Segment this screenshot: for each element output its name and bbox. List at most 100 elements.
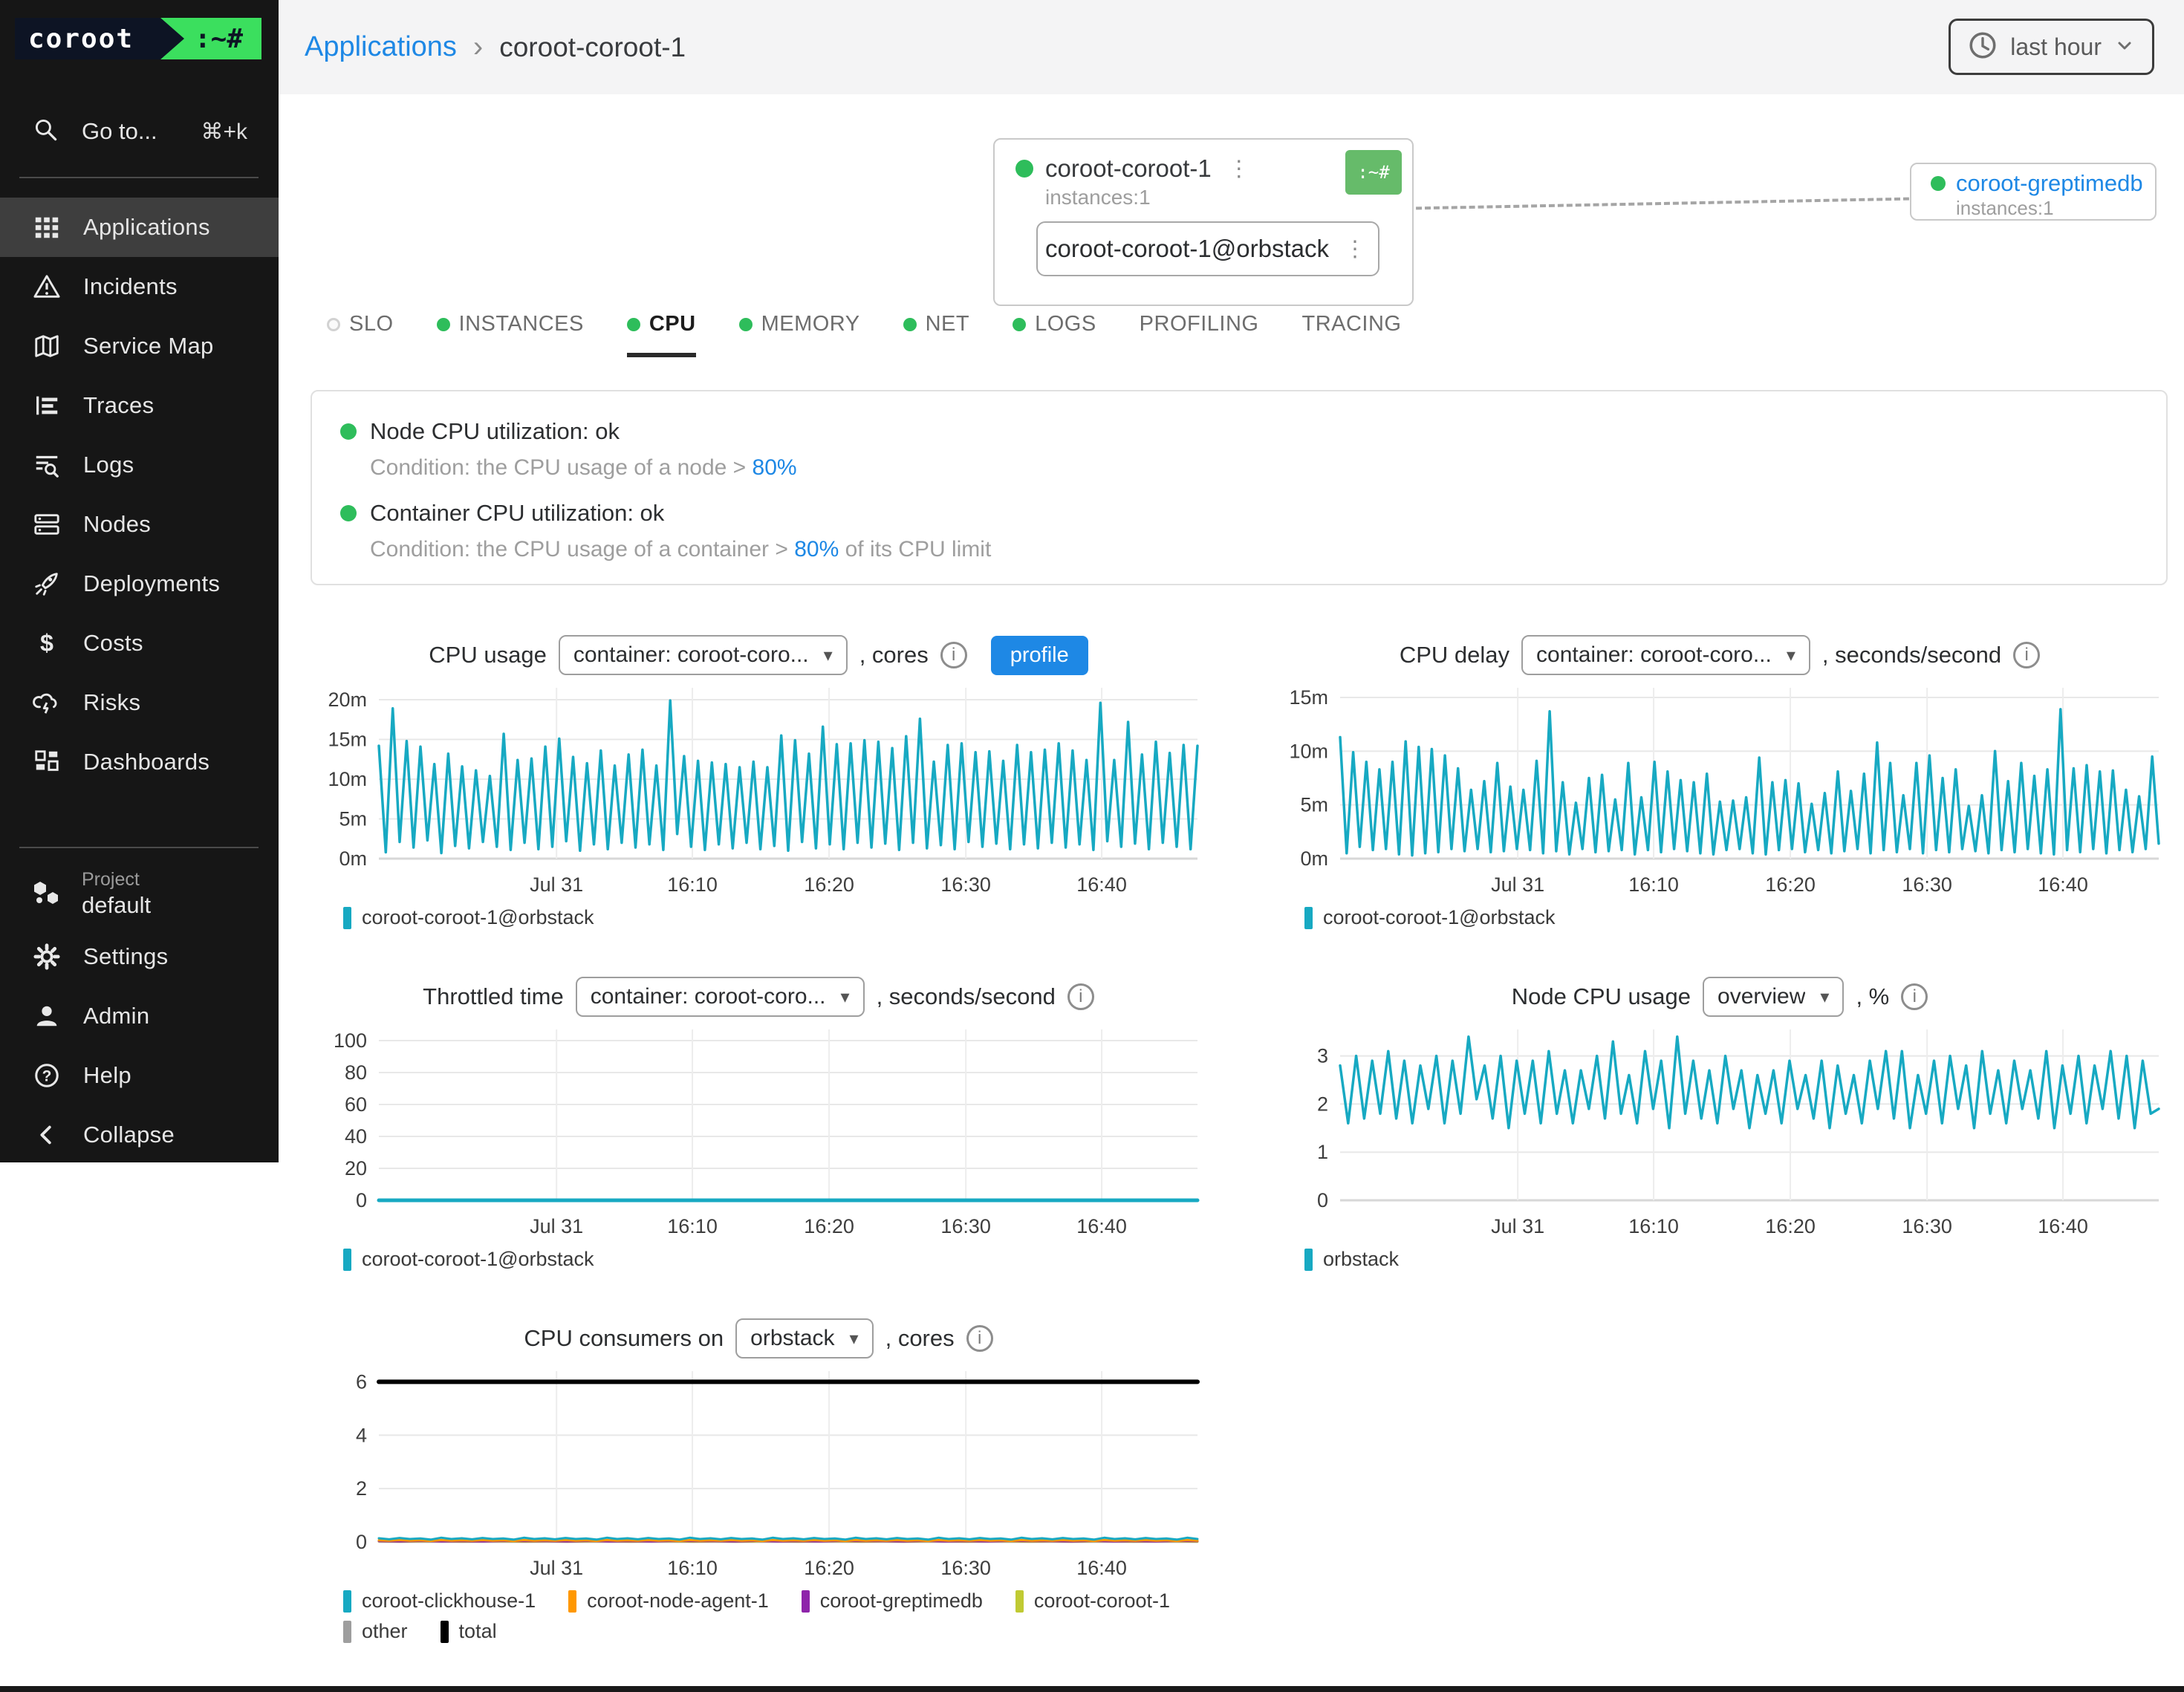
legend-label: coroot-coroot-1@orbstack xyxy=(362,1248,594,1271)
kebab-menu-icon[interactable]: ⋮ xyxy=(1223,156,1255,182)
caret-down-icon: ▾ xyxy=(1820,986,1829,1008)
legend-item[interactable]: coroot-node-agent-1 xyxy=(568,1589,769,1613)
goto-search[interactable]: Go to... ⌘+k xyxy=(0,110,279,153)
tab-logs[interactable]: LOGS xyxy=(1013,312,1096,357)
coroot-logo[interactable]: coroot :~# xyxy=(15,18,261,59)
metric-selector[interactable]: container: coroot-coro...▾ xyxy=(576,977,865,1017)
kebab-menu-icon[interactable]: ⋮ xyxy=(1339,236,1371,262)
svg-text:16:10: 16:10 xyxy=(1628,873,1679,896)
traces-icon xyxy=(31,391,62,420)
legend-item[interactable]: coroot-clickhouse-1 xyxy=(343,1589,536,1613)
info-icon[interactable]: i xyxy=(1901,983,1928,1010)
svg-text:0m: 0m xyxy=(1300,847,1328,870)
sidebar-item-logs[interactable]: Logs xyxy=(0,435,279,495)
sidebar-item-label: Traces xyxy=(83,392,154,419)
sidebar-item-nodes[interactable]: Nodes xyxy=(0,495,279,554)
sidebar-item-service-map[interactable]: Service Map xyxy=(0,316,279,376)
metric-selector[interactable]: container: coroot-coro...▾ xyxy=(1521,635,1810,675)
app-card-coroot-coroot-1: coroot-coroot-1 ⋮ :~# instances:1 coroot… xyxy=(993,138,1414,306)
legend-item[interactable]: coroot-coroot-1@orbstack xyxy=(343,1248,594,1271)
chart-canvas[interactable]: 0123Jul 3116:1016:2016:3016:40 xyxy=(1272,1021,2168,1243)
info-icon[interactable]: i xyxy=(940,642,967,668)
status-dot xyxy=(437,318,450,331)
svg-text:2: 2 xyxy=(356,1477,367,1500)
tab-profiling[interactable]: PROFILING xyxy=(1140,312,1259,357)
sidebar-item-help[interactable]: ? Help xyxy=(0,1046,279,1105)
peer-app-link[interactable]: coroot-greptimedb xyxy=(1956,170,2143,197)
sidebar-item-admin[interactable]: Admin xyxy=(0,986,279,1046)
sidebar-item-label: Logs xyxy=(83,452,134,478)
tab-net[interactable]: NET xyxy=(903,312,970,357)
chart-canvas[interactable]: 0m5m10m15mJul 3116:1016:2016:3016:40 xyxy=(1272,679,2168,902)
breadcrumb: Applications › coroot-coroot-1 xyxy=(305,0,686,94)
legend-item[interactable]: other xyxy=(343,1620,408,1643)
tab-tracing[interactable]: TRACING xyxy=(1301,312,1401,357)
rocket-icon xyxy=(31,570,62,598)
chart-canvas[interactable]: 0m5m10m15m20mJul 3116:1016:2016:3016:40 xyxy=(311,679,1206,902)
sidebar-item-traces[interactable]: Traces xyxy=(0,376,279,435)
legend-item[interactable]: coroot-coroot-1@orbstack xyxy=(1304,906,1556,929)
status-dot xyxy=(340,505,357,521)
chart-title: Throttled time xyxy=(423,983,564,1010)
chart-canvas[interactable]: 0246Jul 3116:1016:2016:3016:40 xyxy=(311,1362,1206,1585)
sidebar-item-label: Deployments xyxy=(83,570,220,597)
sidebar-item-settings[interactable]: Settings xyxy=(0,927,279,986)
sidebar-item-risks[interactable]: Risks xyxy=(0,673,279,732)
metric-selector[interactable]: container: coroot-coro...▾ xyxy=(559,635,848,675)
goto-label: Go to... xyxy=(82,118,157,145)
svg-text:10m: 10m xyxy=(328,768,367,790)
legend-label: orbstack xyxy=(1323,1248,1399,1271)
sidebar-project-selector[interactable]: Project default xyxy=(0,860,279,927)
sidebar-item-dashboards[interactable]: Dashboards xyxy=(0,732,279,792)
sidebar-item-label: Service Map xyxy=(83,333,214,359)
chart-title: CPU consumers on xyxy=(524,1325,724,1352)
logs-icon xyxy=(31,451,62,479)
legend-item[interactable]: coroot-greptimedb xyxy=(802,1589,983,1613)
condition-threshold[interactable]: 80% xyxy=(753,455,797,480)
sidebar-item-deployments[interactable]: Deployments xyxy=(0,554,279,614)
logo-wordmark-box: coroot xyxy=(15,18,184,59)
sidebar-item-label: Admin xyxy=(83,1003,149,1029)
breadcrumb-applications-link[interactable]: Applications xyxy=(305,31,457,63)
info-icon[interactable]: i xyxy=(2013,642,2040,668)
condition-threshold[interactable]: 80% xyxy=(794,537,839,562)
tab-cpu[interactable]: CPU xyxy=(627,312,696,357)
sidebar-item-costs[interactable]: $ Costs xyxy=(0,614,279,673)
legend-item[interactable]: coroot-coroot-1 xyxy=(1015,1589,1170,1613)
svg-text:2: 2 xyxy=(1317,1093,1328,1115)
metric-selector[interactable]: overview▾ xyxy=(1703,977,1844,1017)
tab-label: NET xyxy=(926,312,970,336)
legend-item[interactable]: orbstack xyxy=(1304,1248,1399,1271)
chart-title: CPU delay xyxy=(1400,642,1509,668)
status-dot xyxy=(1931,176,1946,191)
profile-button[interactable]: profile xyxy=(991,636,1088,675)
time-range-picker[interactable]: last hour xyxy=(1949,19,2154,75)
sidebar-item-applications[interactable]: Applications xyxy=(0,198,279,257)
status-dot xyxy=(739,318,753,331)
legend-label: other xyxy=(362,1620,408,1643)
caret-down-icon: ▾ xyxy=(1787,645,1795,666)
bottom-edge-bar xyxy=(0,1686,2184,1692)
svg-text:16:40: 16:40 xyxy=(2038,1215,2088,1237)
search-icon xyxy=(33,117,59,147)
tab-instances[interactable]: INSTANCES xyxy=(437,312,584,357)
chart-canvas[interactable]: 020406080100Jul 3116:1016:2016:3016:40 xyxy=(311,1021,1206,1243)
legend-item[interactable]: total xyxy=(441,1620,497,1643)
svg-text:16:30: 16:30 xyxy=(1902,873,1952,896)
info-icon[interactable]: i xyxy=(1067,983,1094,1010)
tab-memory[interactable]: MEMORY xyxy=(739,312,860,357)
chart-legend: coroot-clickhouse-1 coroot-node-agent-1 co… xyxy=(343,1589,1206,1643)
sidebar-item-label: Applications xyxy=(83,214,210,241)
instance-pill[interactable]: coroot-coroot-1@orbstack ⋮ xyxy=(1036,221,1379,276)
svg-text:1: 1 xyxy=(1317,1141,1328,1163)
chart-legend: coroot-coroot-1@orbstack xyxy=(343,906,1206,929)
tab-slo[interactable]: SLO xyxy=(327,312,394,357)
status-dot xyxy=(627,318,640,331)
sidebar-item-collapse[interactable]: Collapse xyxy=(0,1105,279,1165)
svg-text:15m: 15m xyxy=(328,729,367,751)
chart-cpu-usage: CPU usage container: coroot-coro...▾ , c… xyxy=(311,631,1206,952)
sidebar-item-incidents[interactable]: Incidents xyxy=(0,257,279,316)
legend-item[interactable]: coroot-coroot-1@orbstack xyxy=(343,906,594,929)
info-icon[interactable]: i xyxy=(966,1325,993,1352)
node-selector[interactable]: orbstack▾ xyxy=(735,1318,873,1359)
